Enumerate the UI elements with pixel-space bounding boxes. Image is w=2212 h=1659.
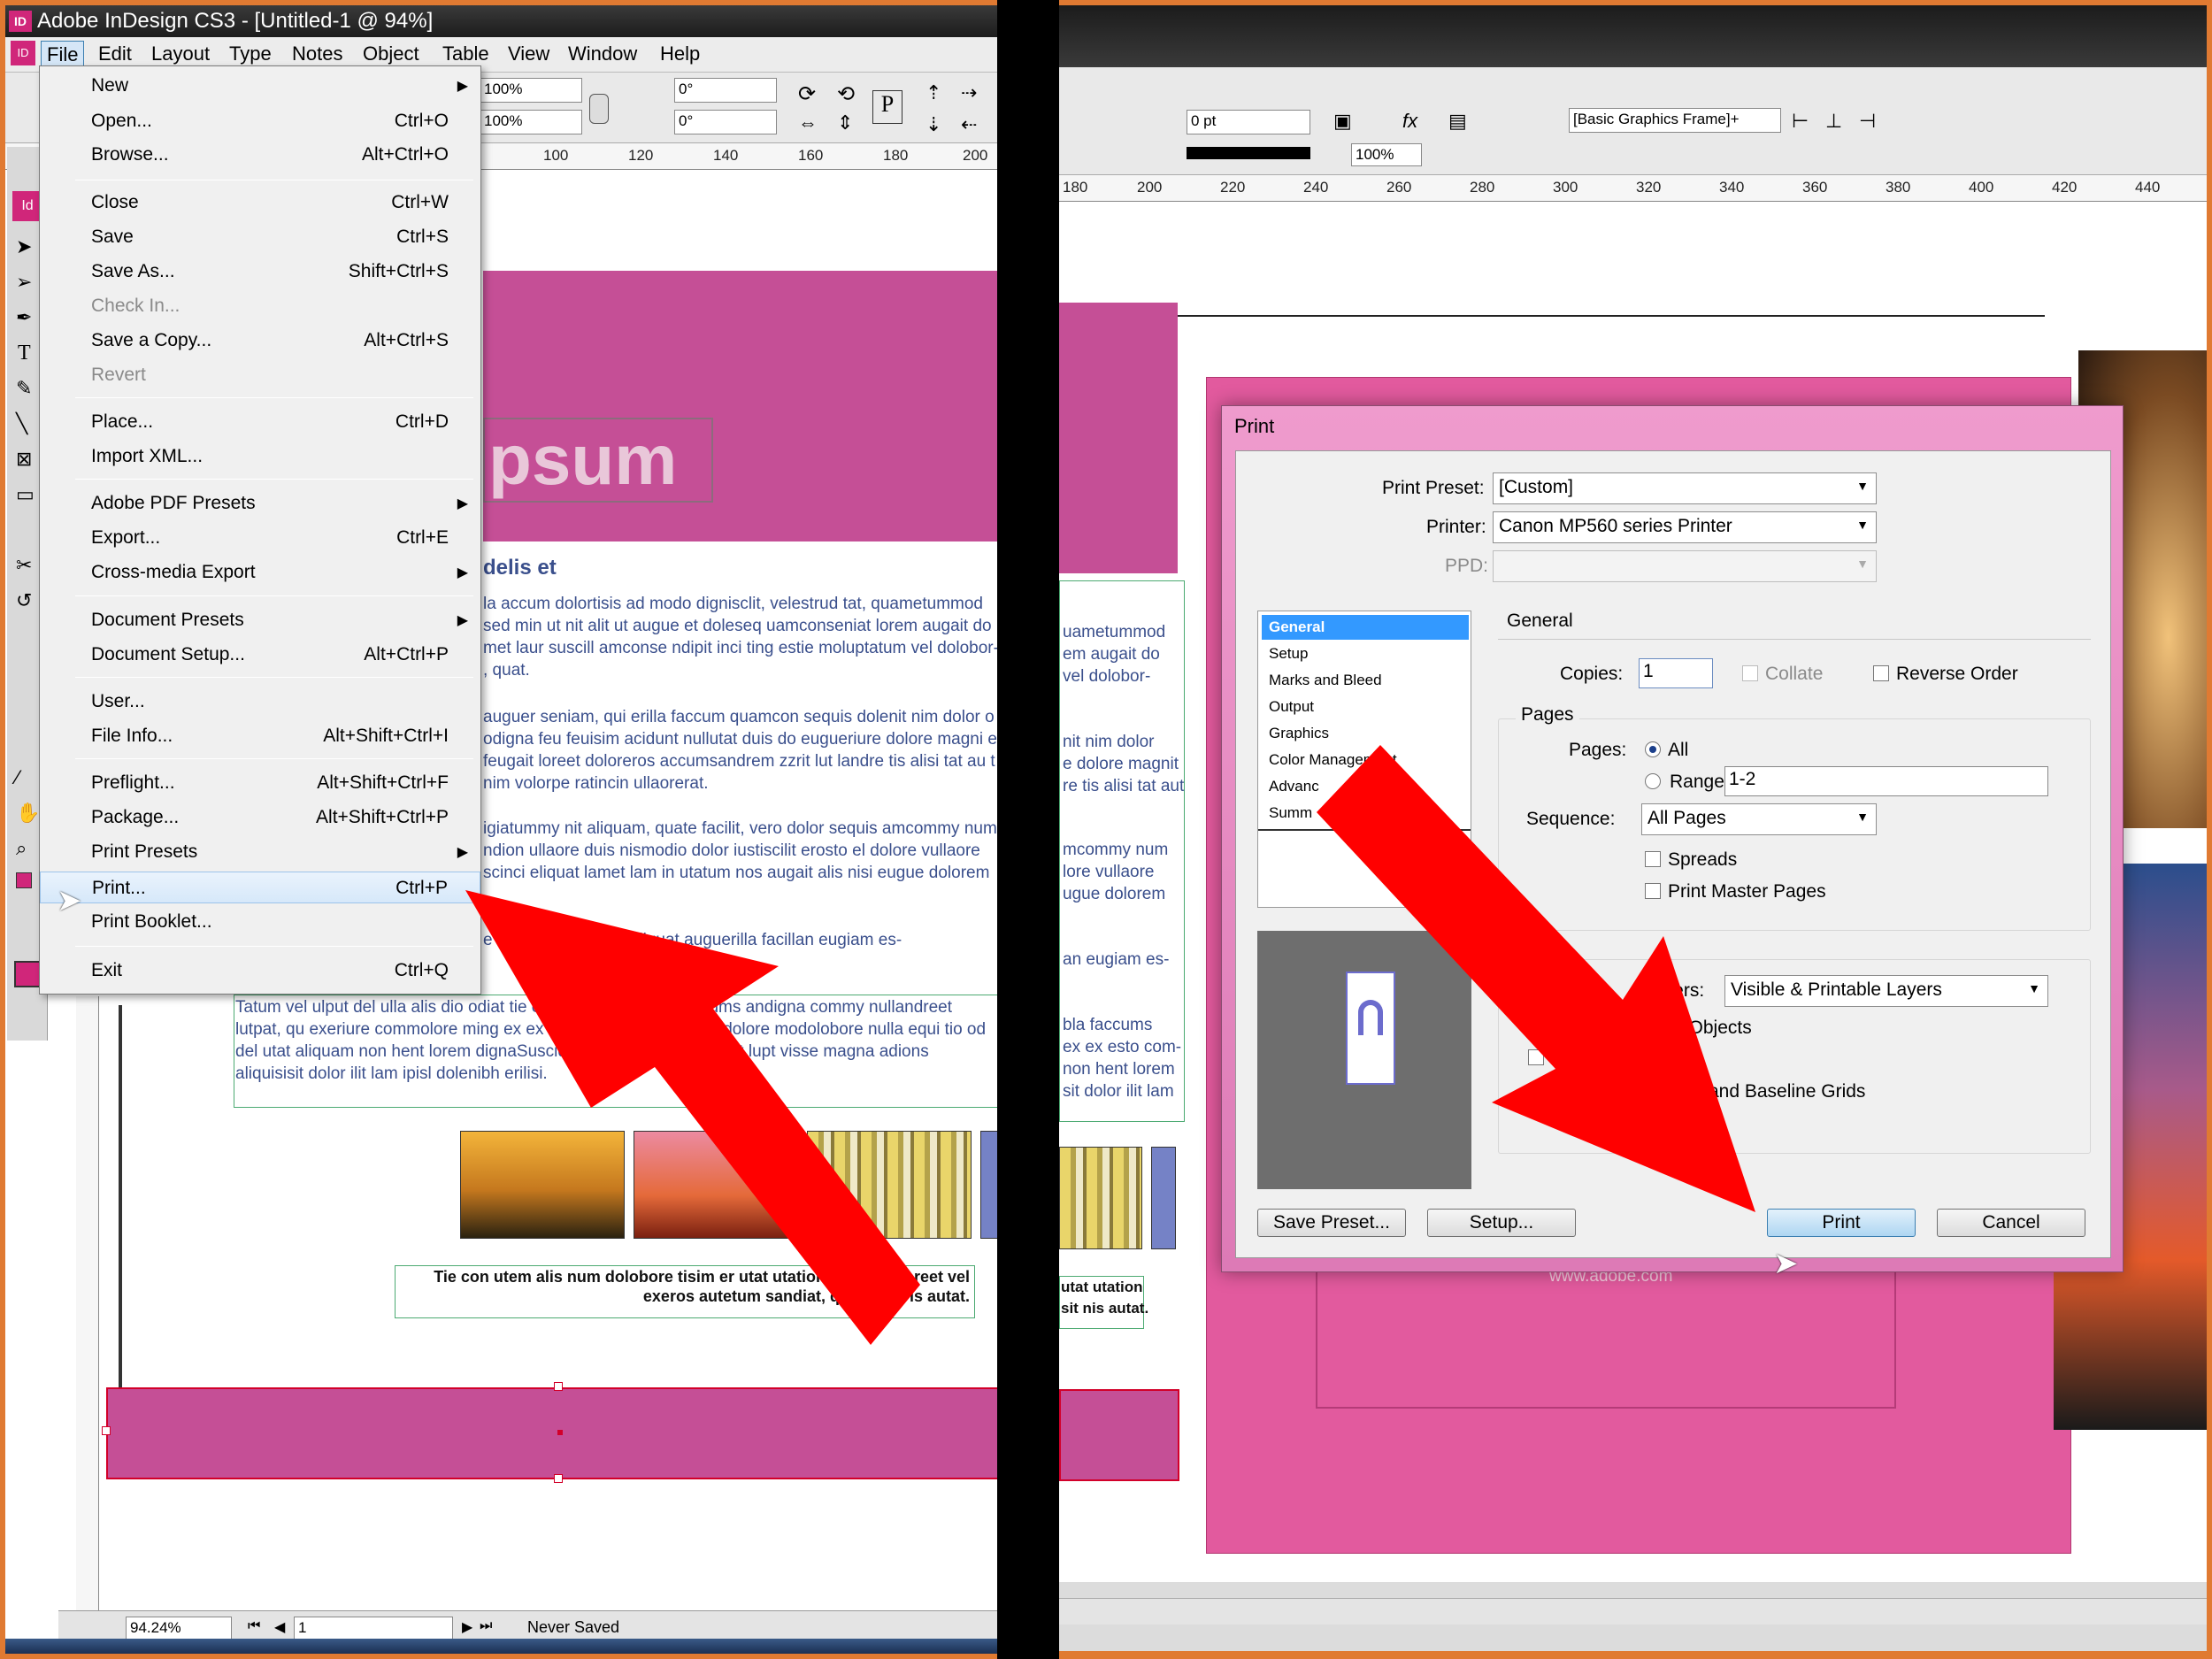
red-arrow-down-right (1317, 745, 1755, 1212)
annotation-arrows (465, 745, 1755, 1345)
taskbar (5, 1639, 997, 1654)
red-arrow-up-left (465, 890, 920, 1345)
screenshot: ID Adobe InDesign CS3 - [Untitled-1 @ 94… (0, 0, 2212, 1659)
